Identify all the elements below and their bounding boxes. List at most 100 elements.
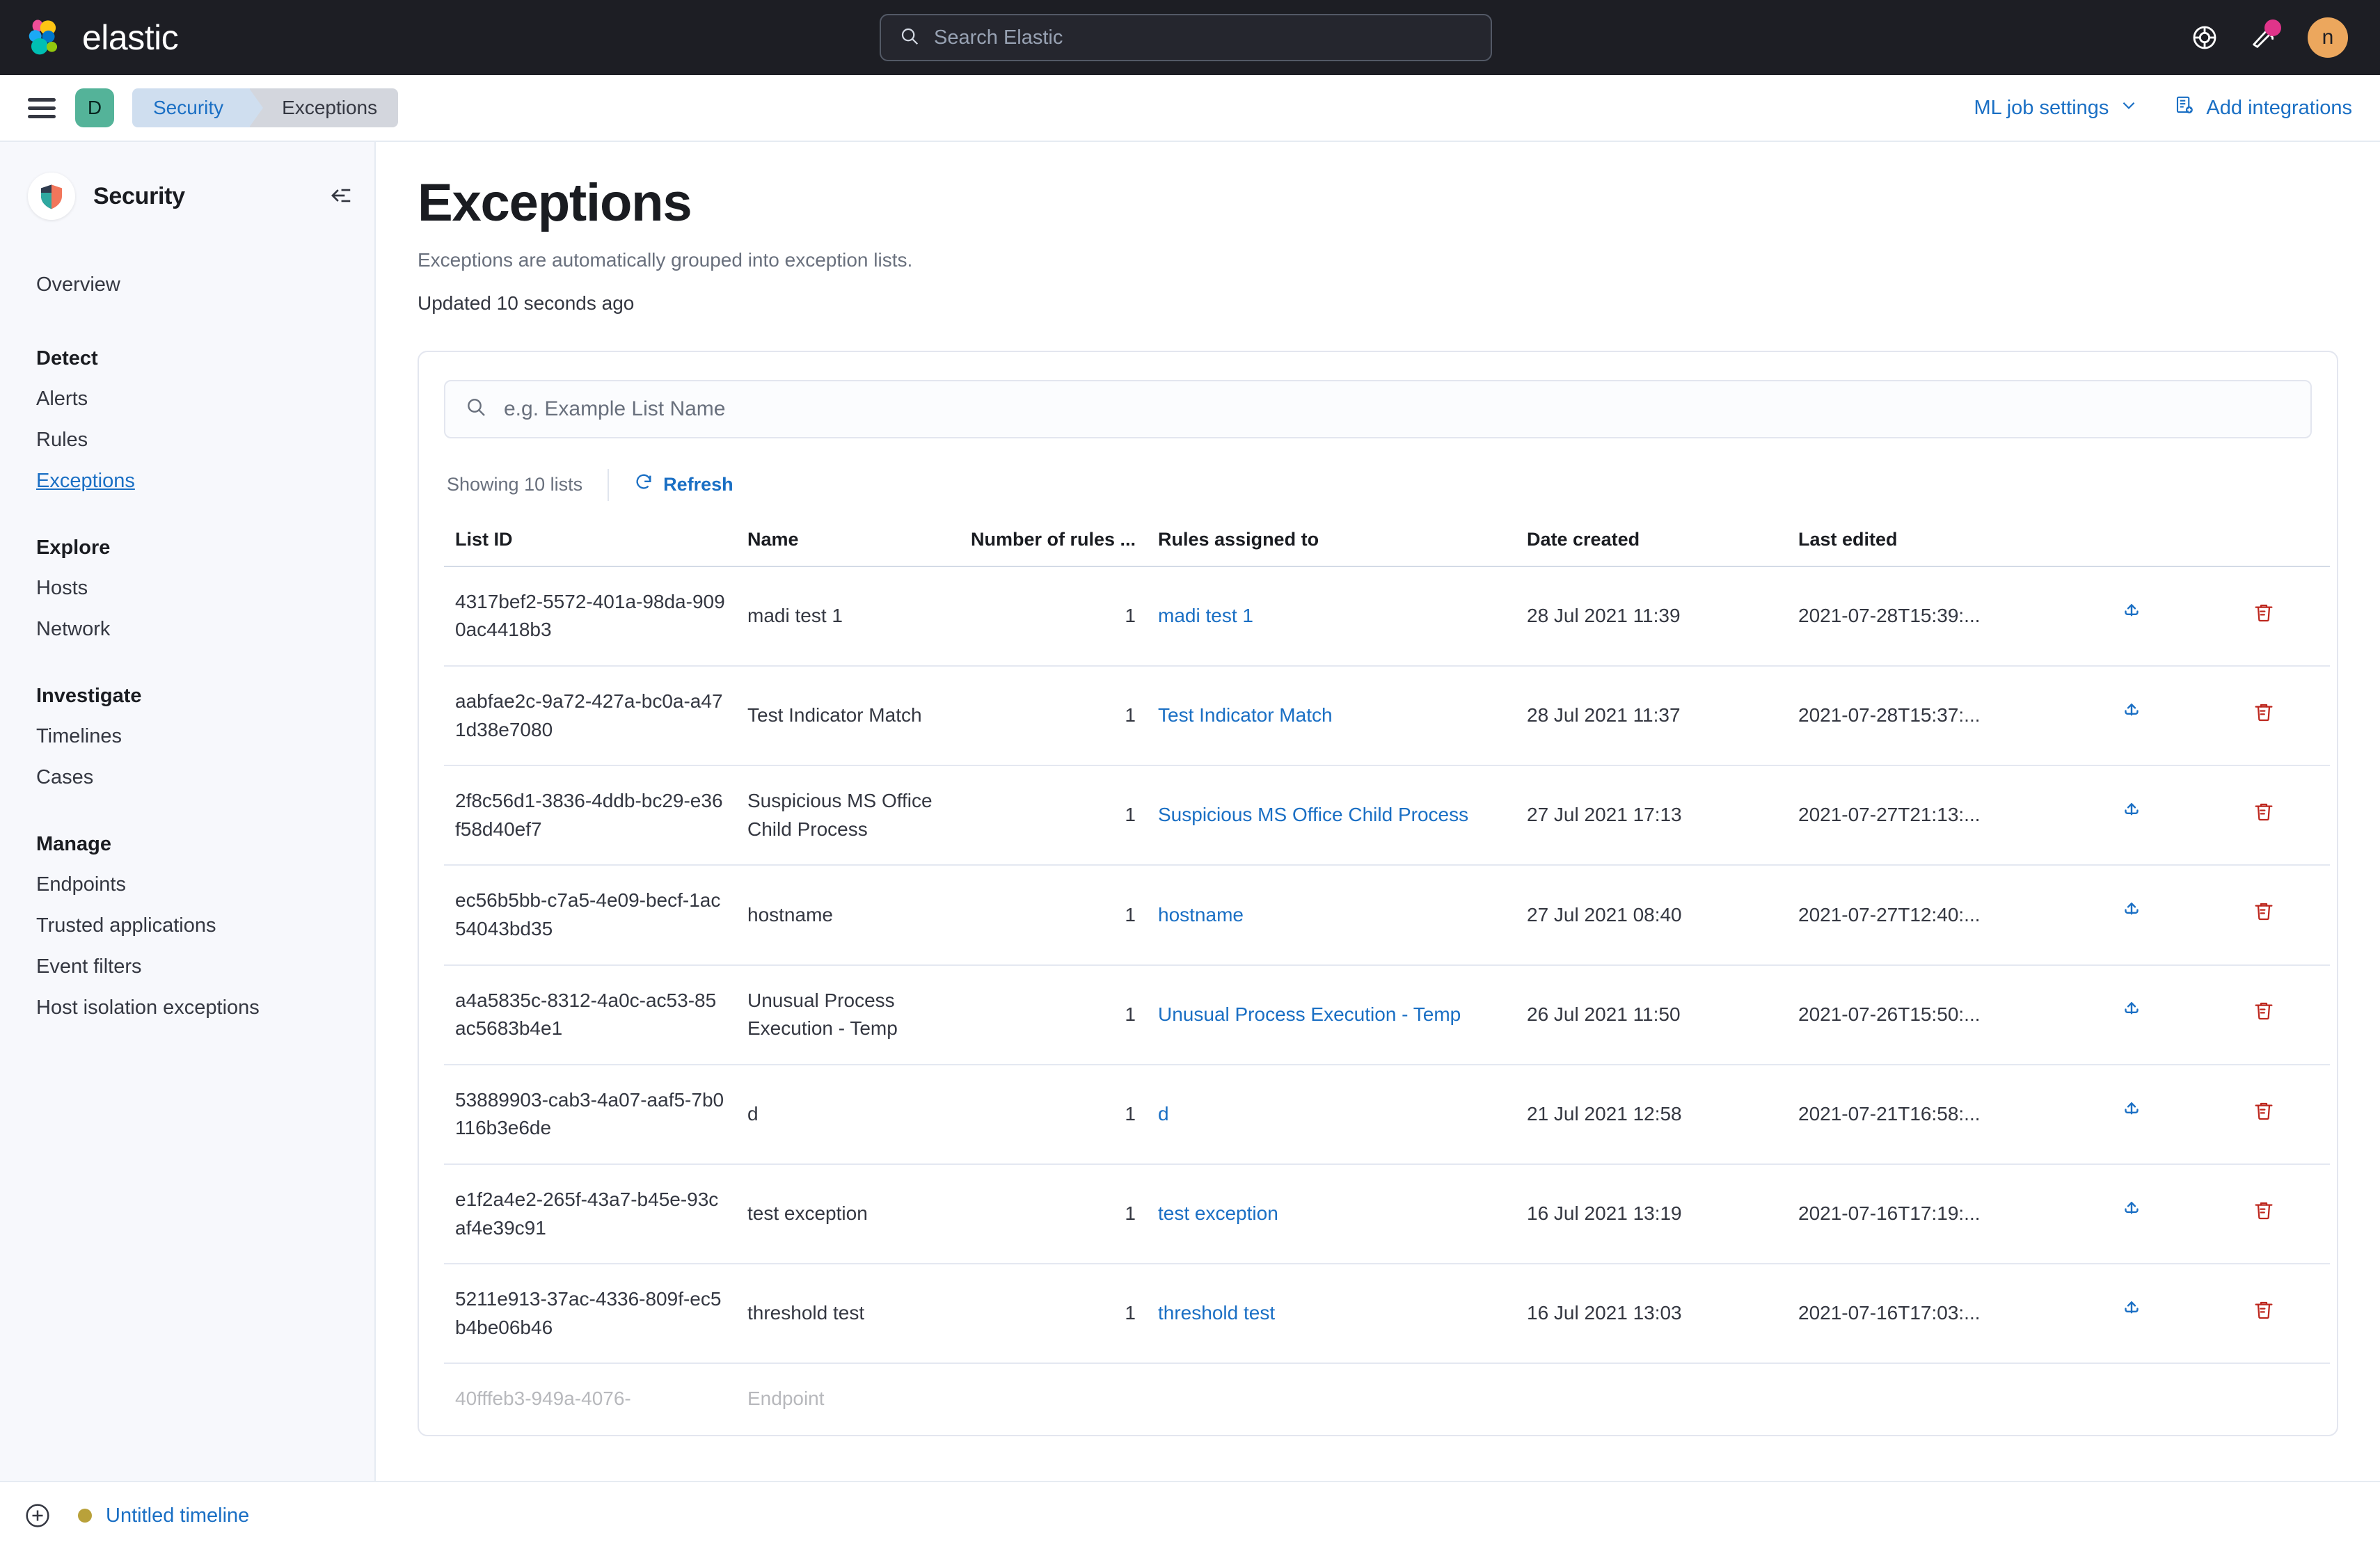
- export-icon[interactable]: [2120, 1099, 2143, 1122]
- table-row[interactable]: a4a5835c-8312-4a0c-ac53-85ac5683b4e1 Unus…: [444, 964, 2330, 1065]
- rule-link[interactable]: hostname: [1158, 904, 1244, 926]
- table-row[interactable]: aabfae2c-9a72-427a-bc0a-a471d38e7080 Test…: [444, 665, 2330, 767]
- timeline-label: Untitled timeline: [106, 1504, 250, 1527]
- sidebar-item-cases[interactable]: Cases: [36, 757, 93, 798]
- cell-rule-count: 1: [945, 765, 1147, 866]
- trash-icon[interactable]: [2253, 1099, 2275, 1122]
- sidebar-item-overview[interactable]: Overview: [36, 264, 120, 305]
- lifebuoy-icon[interactable]: [2191, 24, 2219, 51]
- export-icon[interactable]: [2120, 999, 2143, 1022]
- sidebar-app-title: Security: [93, 182, 185, 209]
- cell-last-edited: [1787, 1363, 2065, 1434]
- list-search-input[interactable]: e.g. Example List Name: [444, 379, 2312, 438]
- cell-last-edited: 2021-07-28T15:39:...: [1787, 566, 2065, 667]
- cell-date-created: 27 Jul 2021 17:13: [1516, 765, 1787, 866]
- untitled-timeline-button[interactable]: Untitled timeline: [78, 1504, 249, 1527]
- cell-export: [2065, 665, 2198, 767]
- sidebar-item-exceptions[interactable]: Exceptions: [36, 461, 135, 502]
- megaphone-icon[interactable]: [2249, 19, 2281, 51]
- cell-list-id: 5211e913-37ac-4336-809f-ec5b4be06b46: [444, 1264, 736, 1365]
- elastic-wordmark: elastic: [82, 18, 179, 57]
- trash-icon[interactable]: [2253, 800, 2275, 823]
- trash-icon[interactable]: [2253, 601, 2275, 623]
- cell-delete: [2198, 1163, 2330, 1265]
- cell-delete: [2198, 1264, 2330, 1365]
- rule-link[interactable]: d: [1158, 1103, 1169, 1125]
- export-icon[interactable]: [2120, 899, 2143, 923]
- elastic-brand[interactable]: elastic: [25, 17, 179, 58]
- column-header-rules-assigned-to[interactable]: Rules assigned to: [1147, 520, 1516, 567]
- rule-link[interactable]: Test Indicator Match: [1158, 704, 1333, 726]
- rule-link[interactable]: threshold test: [1158, 1302, 1275, 1324]
- sidebar-item-timelines[interactable]: Timelines: [36, 716, 122, 757]
- cell-list-id: 2f8c56d1-3836-4ddb-bc29-e36f58d40ef7: [444, 765, 736, 866]
- trash-icon[interactable]: [2253, 1298, 2275, 1321]
- table-row[interactable]: 40fffeb3-949a-4076- Endpoint: [444, 1363, 2330, 1434]
- cell-list-id: aabfae2c-9a72-427a-bc0a-a471d38e7080: [444, 665, 736, 767]
- table-row[interactable]: 5211e913-37ac-4336-809f-ec5b4be06b46 thre…: [444, 1264, 2330, 1365]
- rule-link[interactable]: Unusual Process Execution - Temp: [1158, 1003, 1461, 1025]
- cell-date-created: 26 Jul 2021 11:50: [1516, 964, 1787, 1065]
- hamburger-menu-icon[interactable]: [28, 93, 56, 123]
- export-icon[interactable]: [2120, 1298, 2143, 1321]
- sidebar-item-trusted-applications[interactable]: Trusted applications: [36, 905, 216, 946]
- refresh-button[interactable]: Refresh: [634, 472, 733, 497]
- export-icon[interactable]: [2120, 800, 2143, 823]
- search-icon: [899, 26, 920, 50]
- ml-job-settings-label: ML job settings: [1974, 96, 2109, 119]
- cell-name: Endpoint: [747, 1388, 825, 1410]
- collapse-panel-icon[interactable]: [327, 182, 354, 212]
- breadcrumb-item-security[interactable]: Security: [132, 88, 264, 127]
- table-row[interactable]: 2f8c56d1-3836-4ddb-bc29-e36f58d40ef7 Susp…: [444, 765, 2330, 866]
- rule-link[interactable]: Suspicious MS Office Child Process: [1158, 804, 1468, 825]
- cell-export: [2065, 1064, 2198, 1165]
- column-header-last-edited[interactable]: Last edited: [1787, 520, 2065, 567]
- table-row[interactable]: 4317bef2-5572-401a-98da-9090ac4418b3 madi…: [444, 566, 2330, 667]
- cell-rule-count: 1: [945, 665, 1147, 767]
- global-navigation-bar: elastic Search Elastic n: [0, 0, 2380, 75]
- trash-icon[interactable]: [2253, 900, 2275, 922]
- sidebar-item-host-isolation-exceptions[interactable]: Host isolation exceptions: [36, 987, 260, 1028]
- cell-date-created: [1516, 1363, 1787, 1434]
- trash-icon[interactable]: [2253, 701, 2275, 723]
- trash-icon[interactable]: [2253, 999, 2275, 1022]
- ml-job-settings-button[interactable]: ML job settings: [1974, 96, 2138, 120]
- column-header-list-id[interactable]: List ID: [444, 520, 736, 567]
- avatar[interactable]: n: [2308, 17, 2348, 58]
- sidebar-item-network[interactable]: Network: [36, 609, 110, 650]
- cell-name: threshold test: [736, 1264, 945, 1365]
- plus-circle-icon[interactable]: [24, 1502, 51, 1530]
- cell-delete: [2198, 1064, 2330, 1165]
- rule-link[interactable]: madi test 1: [1158, 605, 1253, 626]
- breadcrumb-bar: D Security Exceptions ML job settings Ad…: [0, 75, 2380, 142]
- cell-date-created: 21 Jul 2021 12:58: [1516, 1064, 1787, 1165]
- column-header-name[interactable]: Name: [736, 520, 945, 567]
- sidebar-item-alerts[interactable]: Alerts: [36, 379, 88, 420]
- table-row[interactable]: ec56b5bb-c7a5-4e09-becf-1ac54043bd35 host…: [444, 865, 2330, 966]
- export-icon[interactable]: [2120, 1198, 2143, 1222]
- cell-date-created: 28 Jul 2021 11:37: [1516, 665, 1787, 767]
- cell-rule-count: 1: [945, 865, 1147, 966]
- sidebar-item-hosts[interactable]: Hosts: [36, 568, 88, 609]
- sidebar-item-event-filters[interactable]: Event filters: [36, 946, 142, 987]
- export-icon[interactable]: [2120, 601, 2143, 624]
- column-header-date-created[interactable]: Date created: [1516, 520, 1787, 567]
- table-row[interactable]: e1f2a4e2-265f-43a7-b45e-93caf4e39c91 test…: [444, 1163, 2330, 1265]
- sidebar-group-explore: Explore: [36, 537, 111, 559]
- add-integrations-button[interactable]: Add integrations: [2174, 95, 2352, 121]
- rule-link[interactable]: test exception: [1158, 1202, 1278, 1224]
- showing-count: Showing 10 lists: [447, 474, 583, 495]
- trash-icon[interactable]: [2253, 1199, 2275, 1221]
- sidebar-item-endpoints[interactable]: Endpoints: [36, 864, 126, 905]
- table-row[interactable]: 53889903-cab3-4a07-aaf5-7b0116b3e6de d 1 d 2…: [444, 1064, 2330, 1165]
- cell-rules-assigned-to: [1147, 1363, 1516, 1434]
- space-badge[interactable]: D: [75, 88, 114, 127]
- global-search-input[interactable]: Search Elastic: [880, 14, 1492, 61]
- column-header-number-of-rules[interactable]: Number of rules ...: [945, 520, 1147, 567]
- cell-rule-count: 1: [945, 964, 1147, 1065]
- divider: [608, 468, 610, 501]
- cell-list-id: e1f2a4e2-265f-43a7-b45e-93caf4e39c91: [444, 1163, 736, 1265]
- integrations-icon: [2174, 95, 2195, 121]
- sidebar-item-rules[interactable]: Rules: [36, 420, 88, 461]
- export-icon[interactable]: [2120, 700, 2143, 724]
